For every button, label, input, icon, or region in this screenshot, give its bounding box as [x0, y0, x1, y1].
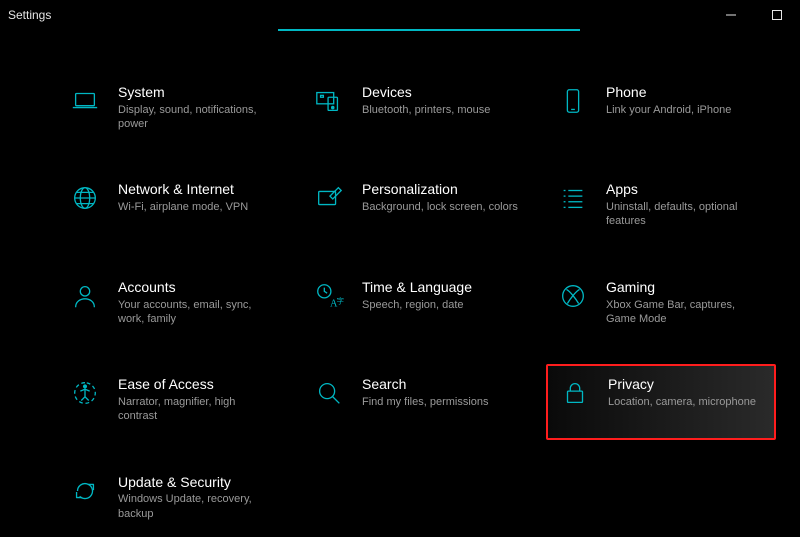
update-icon	[68, 474, 102, 508]
search-input-underline[interactable]	[278, 29, 580, 31]
maximize-button[interactable]	[754, 0, 800, 30]
category-text: Ease of Access Narrator, magnifier, high…	[118, 376, 276, 423]
category-time-language[interactable]: A字 Time & Language Speech, region, date	[306, 273, 528, 334]
category-title: Ease of Access	[118, 376, 276, 393]
category-title: Devices	[362, 84, 490, 101]
category-title: Gaming	[606, 279, 764, 296]
category-devices[interactable]: Devices Bluetooth, printers, mouse	[306, 78, 528, 139]
lock-icon	[558, 376, 592, 410]
window-title: Settings	[8, 8, 51, 22]
devices-icon	[312, 84, 346, 118]
category-text: Accounts Your accounts, email, sync, wor…	[118, 279, 276, 326]
category-update-security[interactable]: Update & Security Windows Update, recove…	[62, 468, 284, 529]
category-text: Gaming Xbox Game Bar, captures, Game Mod…	[606, 279, 764, 326]
time-lang-icon: A字	[312, 279, 346, 313]
minimize-button[interactable]	[708, 0, 754, 30]
category-text: Network & Internet Wi-Fi, airplane mode,…	[118, 181, 248, 214]
category-apps[interactable]: Apps Uninstall, defaults, optional featu…	[550, 175, 772, 236]
category-title: Privacy	[608, 376, 756, 393]
category-desc: Uninstall, defaults, optional features	[606, 200, 764, 229]
category-desc: Background, lock screen, colors	[362, 200, 518, 214]
category-text: Devices Bluetooth, printers, mouse	[362, 84, 490, 117]
category-text: Personalization Background, lock screen,…	[362, 181, 518, 214]
category-title: Update & Security	[118, 474, 276, 491]
window-controls	[708, 0, 800, 30]
category-personalization[interactable]: Personalization Background, lock screen,…	[306, 175, 528, 236]
category-desc: Link your Android, iPhone	[606, 103, 731, 117]
category-ease-of-access[interactable]: Ease of Access Narrator, magnifier, high…	[62, 370, 284, 431]
category-desc: Location, camera, microphone	[608, 395, 756, 409]
category-desc: Xbox Game Bar, captures, Game Mode	[606, 298, 764, 327]
category-desc: Bluetooth, printers, mouse	[362, 103, 490, 117]
phone-icon	[556, 84, 590, 118]
person-icon	[68, 279, 102, 313]
category-text: System Display, sound, notifications, po…	[118, 84, 276, 131]
category-phone[interactable]: Phone Link your Android, iPhone	[550, 78, 772, 139]
settings-categories: System Display, sound, notifications, po…	[62, 78, 782, 529]
search-icon	[312, 376, 346, 410]
category-text: Privacy Location, camera, microphone	[608, 376, 756, 409]
category-desc: Display, sound, notifications, power	[118, 103, 276, 132]
category-desc: Narrator, magnifier, high contrast	[118, 395, 276, 424]
category-title: Personalization	[362, 181, 518, 198]
category-title: Search	[362, 376, 489, 393]
category-text: Phone Link your Android, iPhone	[606, 84, 731, 117]
category-desc: Windows Update, recovery, backup	[118, 492, 276, 521]
category-text: Search Find my files, permissions	[362, 376, 489, 409]
category-gaming[interactable]: Gaming Xbox Game Bar, captures, Game Mod…	[550, 273, 772, 334]
maximize-icon	[772, 10, 782, 20]
category-title: Accounts	[118, 279, 276, 296]
category-privacy[interactable]: Privacy Location, camera, microphone	[546, 364, 776, 439]
category-text: Apps Uninstall, defaults, optional featu…	[606, 181, 764, 228]
category-desc: Wi-Fi, airplane mode, VPN	[118, 200, 248, 214]
svg-text:字: 字	[337, 295, 345, 305]
category-title: Apps	[606, 181, 764, 198]
minimize-icon	[726, 10, 736, 20]
globe-icon	[68, 181, 102, 215]
category-title: System	[118, 84, 276, 101]
category-accounts[interactable]: Accounts Your accounts, email, sync, wor…	[62, 273, 284, 334]
category-title: Network & Internet	[118, 181, 248, 198]
category-desc: Speech, region, date	[362, 298, 472, 312]
category-desc: Find my files, permissions	[362, 395, 489, 409]
xbox-icon	[556, 279, 590, 313]
apps-icon	[556, 181, 590, 215]
category-system[interactable]: System Display, sound, notifications, po…	[62, 78, 284, 139]
title-bar: Settings	[0, 0, 800, 30]
category-desc: Your accounts, email, sync, work, family	[118, 298, 276, 327]
category-title: Phone	[606, 84, 731, 101]
laptop-icon	[68, 84, 102, 118]
paint-icon	[312, 181, 346, 215]
category-search[interactable]: Search Find my files, permissions	[306, 370, 528, 431]
category-text: Update & Security Windows Update, recove…	[118, 474, 276, 521]
category-network[interactable]: Network & Internet Wi-Fi, airplane mode,…	[62, 175, 284, 236]
ease-icon	[68, 376, 102, 410]
category-text: Time & Language Speech, region, date	[362, 279, 472, 312]
category-title: Time & Language	[362, 279, 472, 296]
